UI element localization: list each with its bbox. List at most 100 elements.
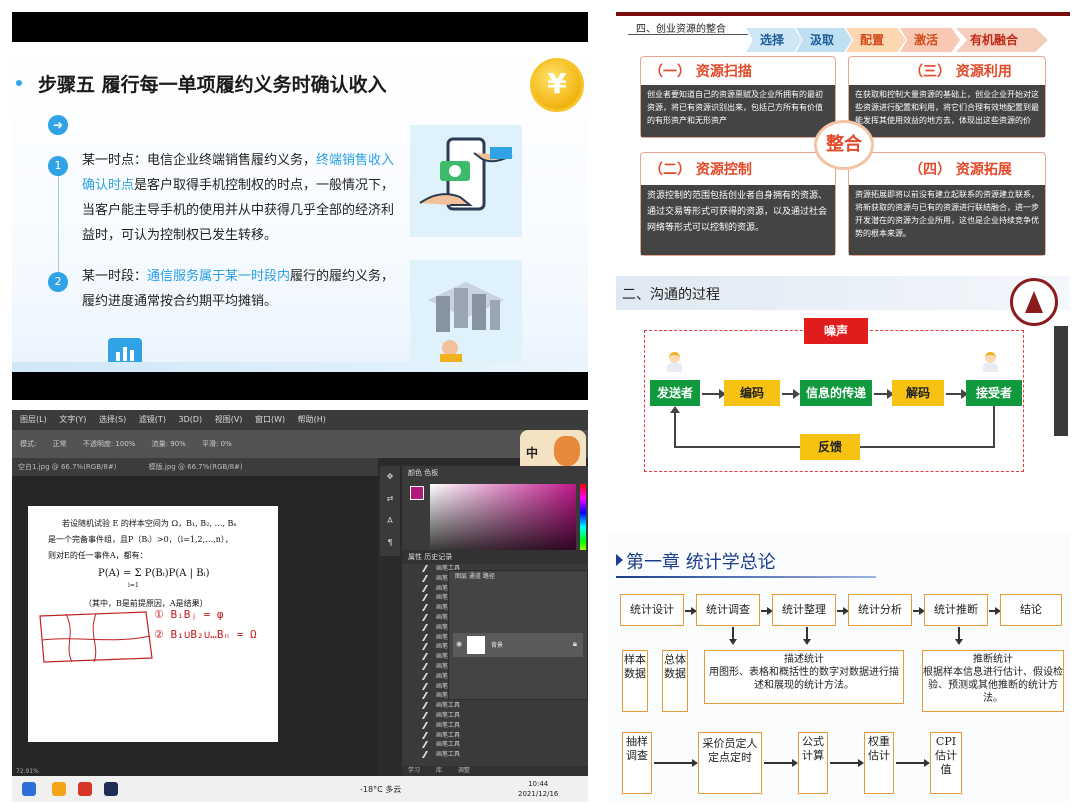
move-tool-icon[interactable]: ✥	[380, 466, 400, 488]
card-resource-expansion: （四） 资源拓展 资源拓展即将以前没有建立起联系的资源建立联系，将新获取的资源与…	[848, 152, 1046, 256]
item-number-2: 2	[48, 272, 68, 292]
menu-select[interactable]: 选择(S)	[99, 415, 126, 424]
document-canvas[interactable]: 若设随机试验 E 的样本空间为 Ω，B₁, B₂, …, Bₙ 是一个完备事件组…	[28, 506, 278, 742]
phone-payment-illustration	[410, 125, 522, 237]
card-body: 资源控制的范围包括创业者自身拥有的资源、通过交易等形式可获得的资源，以及通过社会…	[641, 185, 835, 255]
history-row[interactable]: 画笔工具	[402, 701, 588, 711]
cpi-step-weights: 权重估计	[864, 732, 894, 794]
paragraph-icon[interactable]: ¶	[380, 532, 400, 554]
layer-name: 背景	[491, 642, 504, 649]
system-clock[interactable]: 10:44 2021/12/16	[518, 779, 558, 799]
zoom-level[interactable]: 72.91%	[16, 768, 39, 775]
tool-strip: ✥ ⇄ A ¶	[380, 466, 400, 556]
weather-widget[interactable]: -18°C 多云	[360, 784, 401, 795]
tab-template-doc[interactable]: 模版.jpg @ 66.7%(RGB/8#)	[149, 463, 243, 471]
descriptive-body: 用图形、表格和概括性的数字对数据进行描述和展现的统计方法。	[709, 667, 899, 691]
history-panel-tabs[interactable]: 属性 历史记录	[402, 550, 588, 564]
arrow-cpi-4	[896, 759, 930, 766]
sample-data-box: 样本数据	[622, 650, 648, 712]
clock-time: 10:44	[528, 780, 549, 788]
app-icon-2[interactable]	[52, 782, 66, 796]
item-2-highlight: 通信服务属于某一时段内	[147, 269, 291, 284]
arrow-flow-3	[837, 607, 849, 614]
item-number-1: 1	[48, 156, 68, 176]
tab-adjustments[interactable]: 调整	[458, 767, 470, 774]
arrow-right-icon: ➜	[48, 115, 68, 135]
background-layer[interactable]: ◉ 背景 🔒︎	[453, 633, 583, 657]
arrange-icon[interactable]: ⇄	[380, 488, 400, 510]
sender-person-icon	[666, 352, 682, 372]
mode-select[interactable]: 正常	[53, 440, 67, 448]
tab-blank-doc[interactable]: 空白1.jpg @ 66.7%(RGB/8#)	[18, 463, 116, 471]
arrow-flow-2	[761, 607, 773, 614]
history-row[interactable]: 画笔工具	[402, 740, 588, 750]
history-row[interactable]: 画笔工具	[402, 731, 588, 741]
card-title: （二） 资源控制	[649, 162, 752, 178]
type-tool-icon[interactable]: A	[380, 510, 400, 532]
cpi-step-sampling: 抽样调查	[622, 732, 652, 794]
population-data-box: 总体数据	[662, 650, 688, 712]
menu-window[interactable]: 窗口(W)	[255, 415, 285, 424]
doc-line-3: 则对E的任一事件A，都有：	[48, 551, 148, 560]
title-rule	[616, 576, 876, 578]
feedback-box: 反馈	[800, 434, 860, 460]
menu-help[interactable]: 帮助(H)	[298, 415, 326, 424]
canvas-workspace: 若设随机试验 E 的样本空间为 Ω，B₁, B₂, …, Bₙ 是一个完备事件组…	[12, 476, 378, 776]
arrow-flow-5	[989, 607, 1001, 614]
flow-design: 统计设计	[620, 594, 684, 626]
arrow-decode-receiver	[946, 389, 968, 399]
color-panel-tabs[interactable]: 颜色 色板	[402, 466, 588, 480]
menu-filter[interactable]: 滤镜(T)	[139, 415, 166, 424]
lock-icon[interactable]: 🔒︎	[573, 639, 577, 649]
app-icon-1[interactable]	[22, 782, 36, 796]
item-1-prefix: 某一时点：电信企业终端销售履约义务，	[82, 153, 317, 168]
card-title: （四） 资源拓展	[909, 162, 1012, 178]
smoothing-field[interactable]: 平滑: 0%	[202, 440, 232, 448]
arrow-inference-down	[955, 627, 962, 645]
side-scrollbar[interactable]	[1054, 326, 1068, 436]
inferential-title: 推断统计	[973, 654, 1013, 665]
panel-bottom-tabs: 学习 库 调整	[402, 766, 588, 776]
history-row[interactable]: 画笔工具	[402, 721, 588, 731]
descriptive-title: 描述统计	[784, 654, 824, 665]
decode-box: 解码	[892, 380, 944, 406]
clock-date: 2021/12/16	[518, 790, 559, 798]
descriptive-stats-box: 描述统计 用图形、表格和概括性的数字对数据进行描述和展现的统计方法。	[704, 650, 904, 704]
flow-field[interactable]: 流量: 90%	[152, 440, 186, 448]
tab-learn[interactable]: 学习	[408, 767, 420, 774]
step-organic-fusion: 有机融合	[956, 28, 1048, 52]
layers-panel: 图层 通道 路径 ◉ 背景 🔒︎	[448, 570, 588, 700]
tab-libraries[interactable]: 库	[436, 767, 442, 774]
menu-3d[interactable]: 3D(D)	[179, 415, 203, 424]
ime-mode-label: 中	[526, 446, 539, 460]
slide-title: 步骤五 履行每一单项履约义务时确认收入	[38, 74, 387, 96]
sum-lower-limit: i=1	[128, 582, 139, 589]
photoshop-app-icon[interactable]	[104, 782, 118, 796]
menu-view[interactable]: 视图(V)	[215, 415, 243, 424]
foreground-color-swatch[interactable]	[410, 486, 424, 500]
slide-canvas: 步骤五 履行每一单项履约义务时确认收入 ¥ ➜ 1 某一时点：电信企业终端销售履…	[12, 42, 588, 372]
communication-process-slide: 二、沟通的过程 噪声 发送者 编码 信息的传递 解码 接受者 反馈	[616, 276, 1070, 518]
statistics-overview-slide: 第一章 统计学总论 统计设计 统计调查 统计整理 统计分析 统计推断 结论 样本…	[608, 532, 1070, 802]
encode-box: 编码	[724, 380, 780, 406]
item-2-prefix: 某一时段：	[82, 269, 148, 284]
layers-panel-tabs[interactable]: 图层 通道 路径	[449, 571, 587, 583]
server-room-illustration	[410, 260, 522, 370]
sender-box: 发送者	[650, 380, 700, 406]
emblem-tower-icon	[1025, 291, 1043, 313]
opacity-field[interactable]: 不透明度: 100%	[83, 440, 136, 448]
history-row[interactable]: 画笔工具	[402, 711, 588, 721]
history-row[interactable]: 画笔工具	[402, 750, 588, 760]
doc-line-1: 若设随机试验 E 的样本空间为 Ω，B₁, B₂, …, Bₙ	[62, 519, 237, 528]
menu-type[interactable]: 文字(Y)	[59, 415, 86, 424]
doc-line-2: 是一个完备事件组，且P（Bᵢ）>0，（i=1,2,…,n），	[48, 535, 233, 544]
card-resource-use: （三） 资源利用 在获取和控制大量资源的基础上，创业企业开始对这些资源进行配置和…	[848, 56, 1046, 138]
title-band: 二、沟通的过程	[616, 276, 1070, 310]
step-configure: 配置	[846, 28, 906, 52]
app-icon-3[interactable]	[78, 782, 92, 796]
card-body: 在获取和控制大量资源的基础上，创业企业开始对这些资源进行配置和利用，将它们合理有…	[849, 85, 1045, 138]
eye-icon[interactable]: ◉	[456, 640, 462, 648]
menu-layer[interactable]: 图层(L)	[20, 415, 47, 424]
handwritten-sketch	[39, 611, 153, 663]
card-resource-scan: （一） 资源扫描 创业者要知道自己的资源禀赋及企业所拥有的最初资源，将已有资源识…	[640, 56, 836, 138]
